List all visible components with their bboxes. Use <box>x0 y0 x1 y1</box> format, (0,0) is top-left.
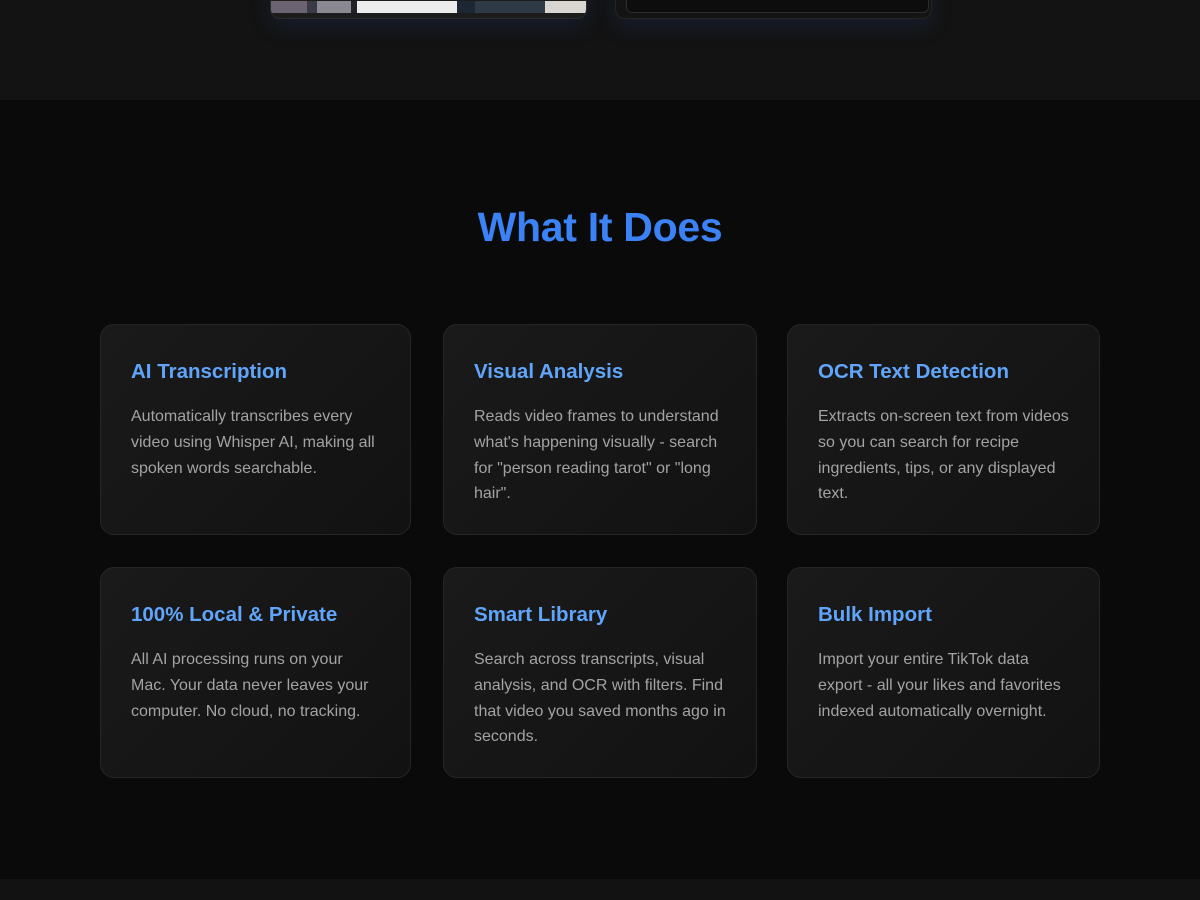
next-section-top <box>0 879 1200 900</box>
feature-title: Bulk Import <box>818 603 932 626</box>
feature-description: Search across transcripts, visual analys… <box>474 651 726 746</box>
feature-card-bulk-import: Bulk Import Import your entire TikTok da… <box>787 567 1100 778</box>
app-screenshot-left <box>270 0 587 19</box>
feature-title: Visual Analysis <box>474 360 624 383</box>
feature-card-ai-transcription: AI Transcription Automatically transcrib… <box>100 324 411 535</box>
video-thumbnail-strip <box>271 1 586 13</box>
feature-title: OCR Text Detection <box>818 360 1009 383</box>
feature-description: Extracts on-screen text from videos so y… <box>818 408 1069 503</box>
hero-section-bottom <box>0 0 1200 100</box>
feature-card-local-private: 100% Local & Private All AI processing r… <box>100 567 411 778</box>
app-screenshot-panel <box>626 0 929 13</box>
feature-card-ocr-text-detection: OCR Text Detection Extracts on-screen te… <box>787 324 1100 535</box>
feature-card-visual-analysis: Visual Analysis Reads video frames to un… <box>443 324 757 535</box>
app-screenshot-right <box>615 0 932 19</box>
feature-description: All AI processing runs on your Mac. Your… <box>131 651 369 720</box>
features-section: What It Does AI Transcription Automatica… <box>0 100 1200 879</box>
section-title: What It Does <box>477 204 723 250</box>
feature-title: Smart Library <box>474 603 608 626</box>
feature-description: Reads video frames to understand what's … <box>474 408 719 503</box>
feature-card-smart-library: Smart Library Search across transcripts,… <box>443 567 757 778</box>
feature-title: AI Transcription <box>131 360 288 383</box>
feature-description: Automatically transcribes every video us… <box>131 408 375 477</box>
feature-description: Import your entire TikTok data export - … <box>818 651 1061 720</box>
feature-title: 100% Local & Private <box>131 603 338 626</box>
